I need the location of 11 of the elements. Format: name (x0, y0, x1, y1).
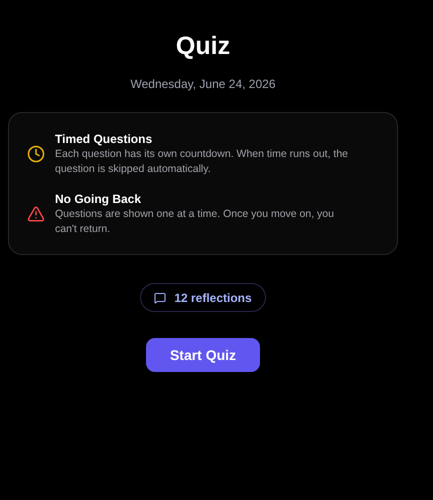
date-text: Wednesday, June 24, 2026 (130, 76, 276, 92)
rule-title: Timed Questions (55, 130, 154, 146)
clock-icon (27, 144, 45, 162)
warning-icon (27, 204, 45, 222)
page-title: Quiz (176, 31, 230, 62)
reflections-button[interactable]: 12 reflections (140, 283, 266, 312)
rule-description: Questions are shown one at a time. Once you move on, you can't return. (55, 206, 335, 236)
comment-icon (154, 292, 166, 304)
start-button[interactable]: Start Quiz (146, 338, 260, 372)
rule-title: No Going Back (55, 190, 142, 206)
rule-description: Each question has its own countdown. When time runs out, the question is skipped automatically. (55, 146, 350, 176)
